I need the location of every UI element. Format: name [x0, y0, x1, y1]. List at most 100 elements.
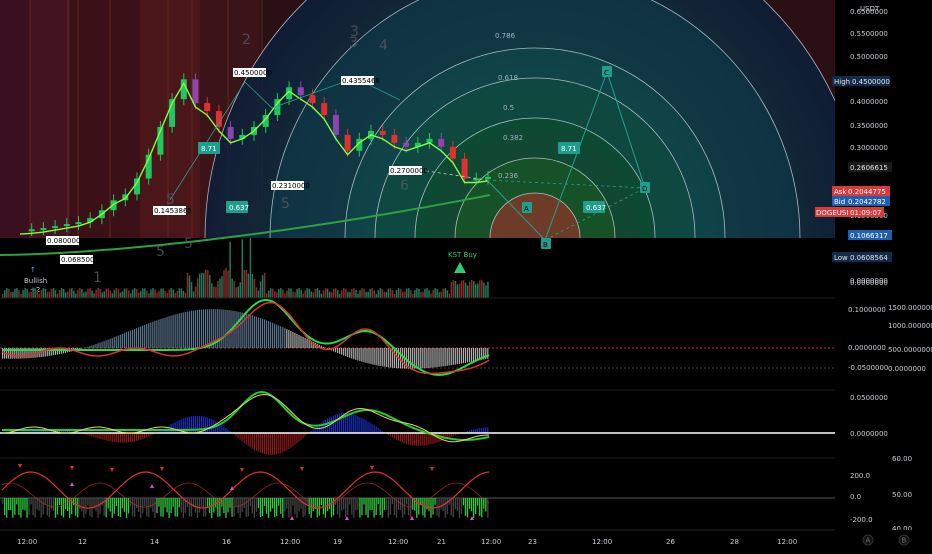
osc3-bar	[290, 498, 291, 516]
candle-body	[438, 139, 444, 147]
macd-histogram-bar	[116, 336, 117, 348]
macd-histogram-bar	[185, 312, 186, 348]
macd-histogram-bar	[130, 331, 131, 348]
bid-value: 0.2042782	[848, 198, 886, 206]
volume-bar	[420, 292, 422, 298]
macd-histogram-bar	[101, 342, 102, 348]
volume-bar	[118, 289, 120, 298]
macd-histogram-bar	[384, 348, 385, 367]
macd-histogram-bar	[108, 340, 109, 348]
macd-histogram-bar	[390, 348, 391, 367]
osc2-histogram-bar	[262, 433, 263, 453]
macd-histogram-bar	[292, 332, 293, 348]
candle-body	[298, 87, 304, 95]
osc3-bar	[327, 498, 328, 511]
macd-histogram-bar	[124, 333, 125, 348]
osc3-bar	[270, 498, 271, 512]
osc2-histogram-bar	[317, 426, 318, 433]
macd-histogram-bar	[361, 348, 362, 362]
price-axis-label: 0.4000000	[850, 98, 888, 106]
macd-histogram-bar	[339, 348, 340, 354]
macd-histogram-bar	[359, 348, 360, 361]
osc3-bar	[201, 498, 202, 507]
osc3-bar	[20, 498, 21, 518]
volume-bar	[12, 292, 14, 298]
osc3-bar	[4, 498, 5, 515]
osc2-histogram-bar	[104, 433, 105, 440]
macd-histogram-bar	[428, 348, 429, 368]
macd-histogram-bar	[347, 348, 348, 357]
osc2-histogram-bar	[272, 433, 273, 455]
osc3-bar	[487, 498, 488, 518]
osc3-bar	[63, 498, 64, 517]
macd-histogram-bar	[438, 348, 439, 367]
macd-histogram-bar	[286, 329, 287, 348]
candle-body	[391, 135, 397, 143]
osc2-histogram-bar	[138, 433, 139, 440]
osc2-histogram-bar	[116, 433, 117, 442]
volume-bar	[347, 292, 349, 298]
osc3-bar	[16, 498, 17, 504]
osc3-bar	[260, 498, 261, 517]
chart-canvas[interactable]: 0.7860.6180.50.3820.236 8.710.6378.710.6…	[0, 0, 932, 550]
volume-bar	[485, 285, 487, 298]
osc3-bar	[400, 498, 401, 510]
macd-histogram-bar	[264, 320, 265, 348]
osc3-bar	[168, 498, 169, 518]
macd-histogram-bar	[487, 348, 488, 359]
osc3-bar	[77, 498, 78, 517]
swing-value: 0.0685000	[61, 256, 99, 264]
osc2-histogram-bar	[337, 414, 338, 433]
osc3-bar	[404, 498, 405, 515]
osc2-histogram-bar	[246, 433, 247, 444]
macd-histogram-bar	[465, 348, 466, 363]
osc3-bar	[136, 498, 137, 508]
volume-bar	[73, 290, 75, 298]
osc2-histogram-bar	[128, 433, 129, 442]
osc2-histogram-bar	[282, 433, 283, 452]
osc3-bar	[14, 498, 15, 515]
macd-axis-right-label: 1000.0000000	[888, 322, 932, 330]
volume-bar	[114, 290, 116, 298]
macd-histogram-bar	[357, 348, 358, 360]
macd-histogram-bar	[363, 348, 364, 362]
macd-histogram-bar	[296, 334, 297, 348]
volume-bar	[34, 288, 36, 298]
macd-histogram-bar	[282, 327, 283, 348]
volume-bar	[457, 284, 459, 298]
time-axis-label: 21	[437, 538, 446, 546]
swing-value: 0.0800000	[47, 237, 85, 245]
volume-bar	[459, 284, 461, 298]
volume-bar	[164, 291, 166, 298]
osc3-bar	[347, 498, 348, 515]
trading-chart[interactable]: 0.7860.6180.50.3820.236 8.710.6378.710.6…	[0, 0, 932, 550]
macd-histogram-bar	[118, 336, 119, 348]
osc3-bar	[296, 498, 297, 518]
macd-histogram-bar	[250, 315, 251, 348]
volume-bar	[122, 291, 124, 298]
osc3-bar	[2, 498, 3, 504]
volume-bar	[203, 273, 205, 298]
osc3-bar	[390, 498, 391, 515]
osc2-histogram-bar	[357, 416, 358, 433]
osc2-histogram-bar	[288, 433, 289, 449]
macd-histogram-bar	[367, 348, 368, 363]
bid-tag: Bid 0.2042782	[832, 196, 890, 206]
osc2-histogram-bar	[371, 424, 372, 433]
osc3-bar	[432, 498, 433, 514]
volume-bar	[22, 290, 24, 298]
osc2-histogram-bar	[485, 427, 486, 433]
osc3-bar	[134, 498, 135, 517]
volume-bar	[307, 288, 309, 298]
osc2-histogram-bar	[400, 433, 401, 442]
bullish-signal-label: Bullish	[24, 277, 47, 285]
last-price-tag: 0.2606615	[848, 162, 892, 172]
swing-value: 0.2700000	[390, 167, 428, 175]
osc2-histogram-bar	[487, 427, 488, 433]
candle-body	[76, 222, 82, 224]
macd-histogram-bar	[126, 332, 127, 348]
lower-panes-bg	[0, 238, 835, 550]
osc3-bar	[418, 498, 419, 515]
volume-bar	[294, 292, 296, 298]
osc3-bar	[8, 498, 9, 510]
